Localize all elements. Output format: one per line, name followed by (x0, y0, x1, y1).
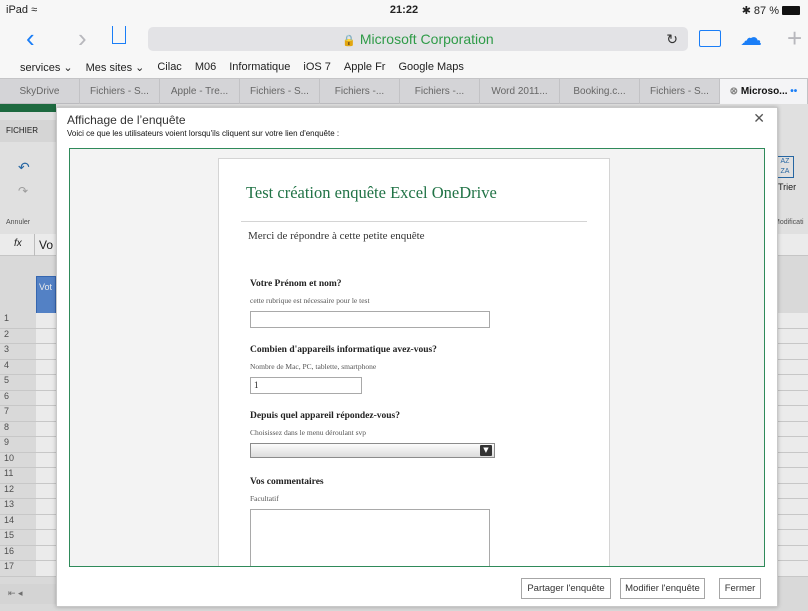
forward-icon[interactable]: › (78, 20, 87, 56)
dialog-subtitle: Voici ce que les utilisateurs voient lor… (67, 129, 340, 138)
status-battery: ✱ 87 % (742, 4, 800, 17)
device-select[interactable]: ▼ (250, 443, 495, 458)
address-bar[interactable]: 🔒 Microsoft Corporation ↻ (148, 27, 688, 51)
survey-preview-frame: Test création enquête Excel OneDrive Mer… (69, 148, 765, 567)
browser-tab[interactable]: Fichiers - S... (640, 79, 720, 104)
dropdown-arrow-icon[interactable]: ▼ (480, 445, 492, 456)
bookmark-item[interactable]: iOS 7 (303, 61, 331, 73)
devices-input[interactable]: 1 (250, 377, 362, 394)
status-time: 21:22 (389, 4, 419, 16)
dialog-title: Affichage de l’enquête (67, 113, 186, 127)
share-icon[interactable] (112, 26, 126, 44)
divider (241, 221, 587, 222)
comments-textarea[interactable] (250, 509, 490, 566)
url-title: Microsoft Corporation (359, 31, 494, 47)
browser-tab-bar: SkyDrive Fichiers - S... Apple - Tre... … (0, 78, 808, 104)
bookmark-item[interactable]: Apple Fr (344, 61, 386, 73)
icloud-tabs-icon[interactable]: ☁ (740, 20, 762, 56)
share-survey-button[interactable]: Partager l'enquête (521, 578, 611, 599)
browser-tab[interactable]: Fichiers -... (400, 79, 480, 104)
bookmark-item[interactable]: M06 (195, 61, 216, 73)
question-name-hint: cette rubrique est nécessaire pour le te… (250, 296, 370, 305)
question-name-label: Votre Prénom et nom? (250, 279, 342, 289)
browser-tab[interactable]: Apple - Tre... (160, 79, 240, 104)
bookmark-item[interactable]: Informatique (229, 61, 290, 73)
survey-description: Merci de répondre à cette petite enquête (248, 230, 425, 242)
survey-form: Test création enquête Excel OneDrive Mer… (218, 158, 610, 566)
bookmark-item[interactable]: services ⌄ (20, 61, 73, 74)
browser-toolbar: ‹ › 🔒 Microsoft Corporation ↻ ☁ + (0, 20, 808, 56)
bookmark-item[interactable]: Cilac (157, 61, 181, 73)
browser-tab[interactable]: Fichiers - S... (240, 79, 320, 104)
question-devices-hint: Nombre de Mac, PC, tablette, smartphone (250, 362, 377, 371)
back-icon[interactable]: ‹ (26, 20, 35, 56)
question-comments-label: Vos commentaires (250, 477, 324, 487)
browser-tab[interactable]: Booking.c... (560, 79, 640, 104)
bookmarks-bar: services ⌄ Mes sites ⌄ Cilac M06 Informa… (0, 56, 808, 78)
bluetooth-icon: ✱ (741, 5, 751, 17)
close-button[interactable]: Fermer (719, 578, 761, 599)
survey-preview-dialog: Affichage de l’enquête Voici ce que les … (56, 107, 778, 607)
bookmarks-icon[interactable] (699, 30, 721, 47)
question-comments-hint: Facultatif (250, 494, 279, 503)
bookmark-item[interactable]: Google Maps (398, 61, 463, 73)
status-bar: iPad ≈ 21:22 ✱ 87 % (0, 0, 808, 20)
browser-tab[interactable]: Word 2011... (480, 79, 560, 104)
survey-title: Test création enquête Excel OneDrive (246, 183, 497, 202)
name-input[interactable] (250, 311, 490, 328)
browser-tab[interactable]: Fichiers - S... (80, 79, 160, 104)
question-device-hint: Choisissez dans le menu déroulant svp (250, 428, 367, 437)
question-device-label: Depuis quel appareil répondez-vous? (250, 411, 400, 421)
modify-survey-button[interactable]: Modifier l'enquête (620, 578, 705, 599)
bookmark-item[interactable]: Mes sites ⌄ (86, 61, 145, 74)
reload-icon[interactable]: ↻ (666, 27, 678, 51)
browser-tab[interactable]: SkyDrive (0, 79, 80, 104)
browser-tab[interactable]: Fichiers -... (320, 79, 400, 104)
new-tab-icon[interactable]: + (787, 20, 802, 56)
question-devices-label: Combien d'appareils informatique avez-vo… (250, 345, 437, 355)
close-icon[interactable]: ✕ (753, 110, 765, 127)
lock-icon: 🔒 (342, 35, 356, 47)
browser-tab-active[interactable]: ⊗ Microso... •• (720, 79, 808, 104)
close-tab-icon[interactable]: ⊗ (730, 86, 741, 97)
battery-icon (782, 6, 800, 15)
